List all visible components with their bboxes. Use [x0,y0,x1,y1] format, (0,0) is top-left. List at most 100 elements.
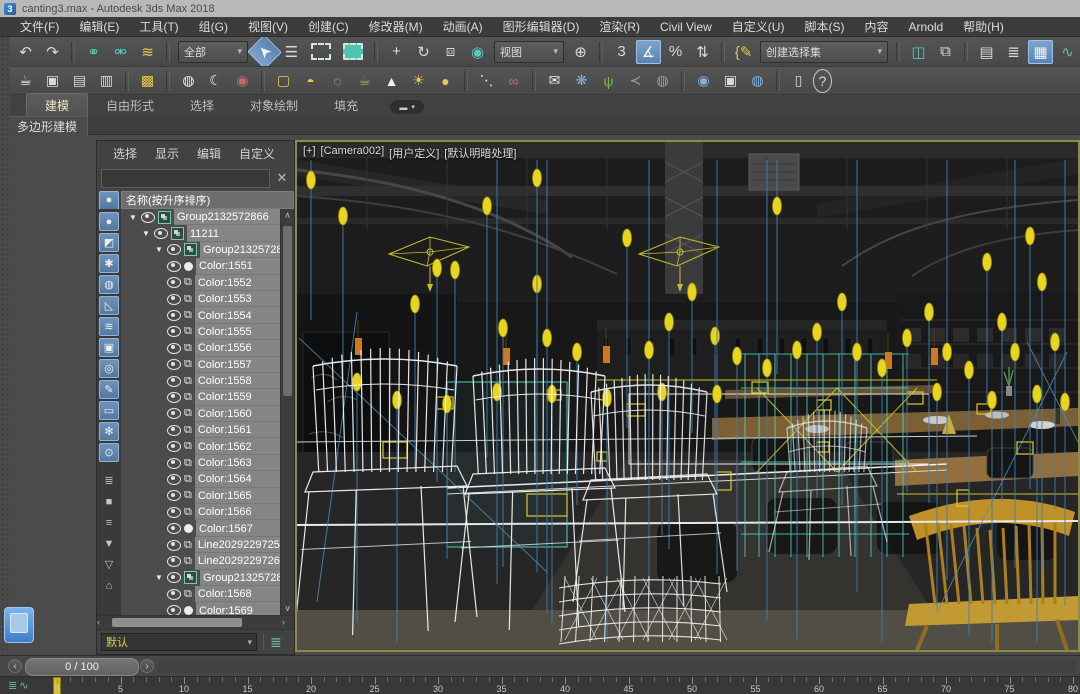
scroll-down-icon[interactable]: ∨ [284,602,291,615]
tree-row[interactable]: ⧉Color:1561 [121,422,280,438]
filter-combination-icon[interactable]: ▼ [99,534,119,553]
visibility-eye-icon[interactable] [167,310,181,321]
visibility-eye-icon[interactable] [167,294,181,305]
display-frozen-icon[interactable]: ✻ [99,422,119,441]
rendered-frame-window-button[interactable]: ▤ [67,70,92,92]
scroll-left-icon[interactable]: ‹ [97,616,109,629]
display-lights-icon[interactable]: ✱ [99,254,119,273]
tab-poly-modeling[interactable]: 多边形建模 [6,116,88,136]
visibility-eye-icon[interactable] [167,244,181,255]
tree-row[interactable]: ⧉Color:1556 [121,340,280,356]
visibility-eye-icon[interactable] [167,490,181,501]
named-selection-sets-dropdown[interactable]: 创建选择集▾ [760,41,888,63]
expand-arrow-icon[interactable]: ▼ [141,229,151,238]
envelope-asset-button[interactable]: ✉ [542,70,567,92]
tree-row[interactable]: Color:1551 [121,258,280,274]
visibility-eye-icon[interactable] [167,605,181,615]
dome-light-button[interactable]: ◓ [298,70,323,92]
help-button[interactable]: ? [813,69,832,93]
menu-item-8[interactable]: 图形编辑器(D) [493,17,590,37]
tree-row[interactable]: ⧉Color:1560 [121,406,280,422]
sphere-light-button[interactable]: ◌ [325,70,350,92]
menu-item-5[interactable]: 创建(C) [298,17,359,37]
display-bones-icon[interactable]: ◎ [99,359,119,378]
frame-counter[interactable]: 0 / 100 [25,658,139,676]
tree-row[interactable]: ⧉Color:1555 [121,324,280,340]
isolate-selection-button[interactable] [4,607,34,643]
flower-scatter-button[interactable]: ❋ [569,70,594,92]
visibility-eye-icon[interactable] [167,572,181,583]
tree-row[interactable]: ⧉Color:1558 [121,373,280,389]
visibility-eye-icon[interactable] [167,540,181,551]
visibility-eye-icon[interactable] [167,326,181,337]
tree-row[interactable]: Color:1567 [121,520,280,536]
select-by-name-button[interactable]: ☰ [279,40,304,64]
display-groups-icon[interactable]: ▣ [99,338,119,357]
explorer-menu-0[interactable]: 选择 [105,145,145,162]
redo-button[interactable]: ↷ [40,40,65,64]
workspace-icon[interactable]: ⌂ [99,576,119,595]
select-and-link-button[interactable]: ⚭ [81,40,106,64]
visibility-eye-icon[interactable] [167,523,181,534]
menu-item-1[interactable]: 编辑(E) [69,17,129,37]
tree-row[interactable]: ⧉Color:1563 [121,455,280,471]
select-and-place-button[interactable]: ◉ [465,40,490,64]
hscrollbar-thumb[interactable] [112,618,242,627]
visibility-eye-icon[interactable] [167,392,181,403]
sun-light-button[interactable]: ☀ [406,70,431,92]
visibility-eye-icon[interactable] [167,589,181,600]
menu-item-6[interactable]: 修改器(M) [359,17,433,37]
next-frame-button[interactable]: › [140,659,154,673]
video-camera-button[interactable]: ◉ [230,70,255,92]
visibility-eye-icon[interactable] [154,228,168,239]
display-cameras-icon[interactable]: ◍ [99,275,119,294]
material-map-browser-button[interactable]: ▣ [718,70,743,92]
tree-row[interactable]: ⧉Color:1552 [121,275,280,291]
select-and-move-button[interactable]: + [384,40,409,64]
edit-named-selection-sets-button[interactable]: {✎ [731,40,756,64]
tree-row[interactable]: ⧉Color:1564 [121,471,280,487]
properties-icon[interactable]: ≡ [99,513,119,532]
tree-row[interactable]: ▼Group2132572864 [121,242,280,258]
tree-row[interactable]: ⧉Line2029229726 [121,553,280,569]
area-light-button[interactable]: ▢ [271,70,296,92]
viewport-menu-user[interactable]: [用户定义] [389,145,439,161]
display-helpers-icon[interactable]: ◺ [99,296,119,315]
explorer-menu-3[interactable]: 自定义 [231,145,283,162]
display-geometry-header-icon[interactable]: ● [99,191,119,210]
material-editor-button[interactable]: ◉ [691,70,716,92]
camera-button[interactable]: ◍ [176,70,201,92]
menu-item-2[interactable]: 工具(T) [129,17,188,37]
track-bar[interactable]: ≣∿ 05101520253035404550556065707580 [0,676,1080,694]
sky-light-button[interactable]: ● [433,70,458,92]
mirror-button[interactable]: ◫ [906,40,931,64]
tree-row[interactable]: ⧉Line2029229725 [121,537,280,553]
ribbon-tab-0[interactable]: 建模 [26,93,88,117]
select-and-scale-button[interactable]: ⧈ [438,40,463,64]
explorer-menu-2[interactable]: 编辑 [189,145,229,162]
bird-asset-button[interactable]: ≺ [623,70,648,92]
display-ik-chains-icon[interactable]: ✎ [99,380,119,399]
use-pivot-point-button[interactable]: ⊕ [568,40,593,64]
snaps-toggle-button[interactable]: 3 [609,40,634,64]
expand-arrow-icon[interactable]: ▼ [154,573,164,582]
selection-filter-dropdown[interactable]: 全部▾ [178,41,248,63]
angle-snap-toggle-button[interactable]: ∡ [636,40,661,64]
tree-row[interactable]: ⧉Color:1566 [121,504,280,520]
tree-row[interactable]: ▼11211 [121,225,280,241]
menu-item-14[interactable]: Arnold [898,17,953,37]
explorer-menu-1[interactable]: 显示 [147,145,187,162]
scatter-tool-button[interactable]: ⋱ [474,70,499,92]
tree-row[interactable]: ⧉Color:1553 [121,291,280,307]
menu-item-11[interactable]: 自定义(U) [722,17,795,37]
tree-row[interactable]: ⧉Color:1565 [121,488,280,504]
horizontal-scrollbar[interactable]: ‹ › [97,615,294,629]
box-mode-icon[interactable]: ■ [99,492,119,511]
previous-frame-button[interactable]: ‹ [8,659,22,673]
visibility-eye-icon[interactable] [167,556,181,567]
viewport-menu-pov[interactable]: [Camera002] [321,145,385,161]
vertical-scrollbar[interactable]: ∧ ∨ [280,209,294,615]
moon-light-button[interactable]: ☾ [203,70,228,92]
bind-to-space-warp-button[interactable]: ≋ [135,40,160,64]
cone-light-button[interactable]: ▲ [379,70,404,92]
